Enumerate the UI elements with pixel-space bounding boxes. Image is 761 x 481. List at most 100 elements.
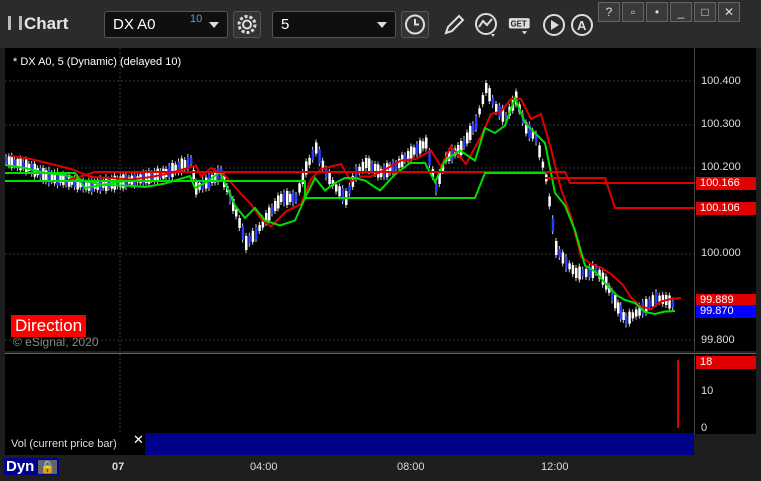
svg-text:A: A xyxy=(577,18,587,33)
candle xyxy=(171,163,174,177)
candle xyxy=(422,141,425,149)
candle xyxy=(245,236,248,250)
candle xyxy=(348,185,351,194)
candle xyxy=(248,235,251,244)
candle xyxy=(548,196,551,207)
candle xyxy=(183,160,187,168)
price-flag: 100.166 xyxy=(696,177,756,190)
studies-icon[interactable] xyxy=(474,12,500,38)
play-icon[interactable] xyxy=(541,12,567,38)
candle xyxy=(315,142,318,154)
candle xyxy=(565,257,568,269)
close-button[interactable]: ✕ xyxy=(718,2,740,22)
price-axis[interactable]: 100.400 100.300 100.200 100.000 99.800 1… xyxy=(694,48,756,351)
candle xyxy=(186,157,190,168)
candle xyxy=(361,161,365,171)
candle xyxy=(241,226,245,240)
candle xyxy=(485,83,488,93)
candle xyxy=(631,312,635,319)
candle xyxy=(619,305,623,319)
minimize-button[interactable]: _ xyxy=(670,2,692,22)
candle xyxy=(365,158,368,168)
candle xyxy=(238,218,241,228)
candle xyxy=(318,149,321,164)
candle xyxy=(413,147,416,155)
candle xyxy=(661,294,665,304)
candle xyxy=(19,158,22,171)
get-icon[interactable]: GET xyxy=(508,12,534,38)
volume-study-label[interactable]: Vol (current price bar) xyxy=(5,433,145,455)
candle xyxy=(538,145,541,158)
candle xyxy=(410,146,413,160)
candle xyxy=(190,158,193,164)
candle xyxy=(292,192,295,204)
candle xyxy=(235,209,238,217)
candle xyxy=(368,158,371,172)
volume-panel[interactable] xyxy=(5,353,694,434)
candle xyxy=(648,299,651,308)
candle xyxy=(463,139,466,147)
symbol-text: DX A0 xyxy=(113,16,156,33)
candle xyxy=(335,184,338,192)
interval-selector[interactable]: 5 xyxy=(272,11,396,38)
price-chart[interactable]: * DX A0, 5 (Dynamic) (delayed 10) Direct… xyxy=(4,48,695,351)
settings-button[interactable] xyxy=(233,11,261,38)
candle xyxy=(386,163,389,178)
candle xyxy=(575,268,578,278)
alert-icon[interactable]: A xyxy=(569,12,595,38)
candle xyxy=(338,186,341,197)
candle xyxy=(13,159,17,166)
interval-text: 5 xyxy=(281,16,290,33)
time-tick: 04:00 xyxy=(250,461,278,473)
pencil-icon[interactable] xyxy=(441,12,467,38)
candle xyxy=(416,144,419,154)
candle xyxy=(541,161,545,168)
time-tick: 07 xyxy=(112,461,125,473)
candle xyxy=(42,168,45,182)
candle xyxy=(495,104,498,112)
volume-tick: 0 xyxy=(701,422,708,434)
candle xyxy=(428,151,431,165)
link-button[interactable]: • xyxy=(646,2,668,22)
close-icon[interactable]: ✕ xyxy=(133,432,144,448)
candle xyxy=(25,159,28,173)
symbol-delay-badge: 10 xyxy=(190,13,203,25)
candle xyxy=(268,207,271,221)
candle xyxy=(645,299,648,313)
chevron-down-icon xyxy=(209,22,219,28)
candle xyxy=(371,163,374,171)
candle xyxy=(478,108,481,115)
time-button[interactable] xyxy=(401,11,429,38)
maximize-button[interactable]: □ xyxy=(694,2,716,22)
candle xyxy=(425,137,428,149)
candle xyxy=(551,218,555,232)
symbol-selector[interactable]: DX A0 10 xyxy=(104,11,228,38)
direction-study-label[interactable]: Direction xyxy=(11,315,87,337)
candle xyxy=(655,292,658,304)
candle xyxy=(435,183,438,193)
candle xyxy=(481,95,485,105)
chart-icon xyxy=(8,16,22,30)
candle xyxy=(289,194,292,202)
candle xyxy=(308,157,311,165)
candle xyxy=(561,252,565,264)
candle xyxy=(625,315,628,325)
price-flag: 99.870 xyxy=(696,305,756,318)
app-title-text: Chart xyxy=(24,14,69,33)
candle xyxy=(311,149,315,160)
svg-text:GET: GET xyxy=(511,20,527,29)
restore-button[interactable]: ▫ xyxy=(622,2,644,22)
candle xyxy=(635,309,638,317)
volume-tick: 10 xyxy=(701,385,714,397)
candle xyxy=(277,195,280,209)
candle xyxy=(558,249,561,257)
time-axis[interactable]: 07 04:00 08:00 12:00 xyxy=(5,455,755,479)
dynamic-mode-button[interactable]: Dyn 🔒 xyxy=(4,458,60,475)
candle xyxy=(581,269,585,277)
title-bar: Chart DX A0 10 5 GET A ? ▫ • _ □ ✕ xyxy=(0,0,761,48)
candle xyxy=(466,132,469,144)
help-button[interactable]: ? xyxy=(598,2,620,22)
candle xyxy=(341,188,345,202)
candle xyxy=(251,230,255,242)
chart-header: * DX A0, 5 (Dynamic) (delayed 10) xyxy=(13,56,182,68)
